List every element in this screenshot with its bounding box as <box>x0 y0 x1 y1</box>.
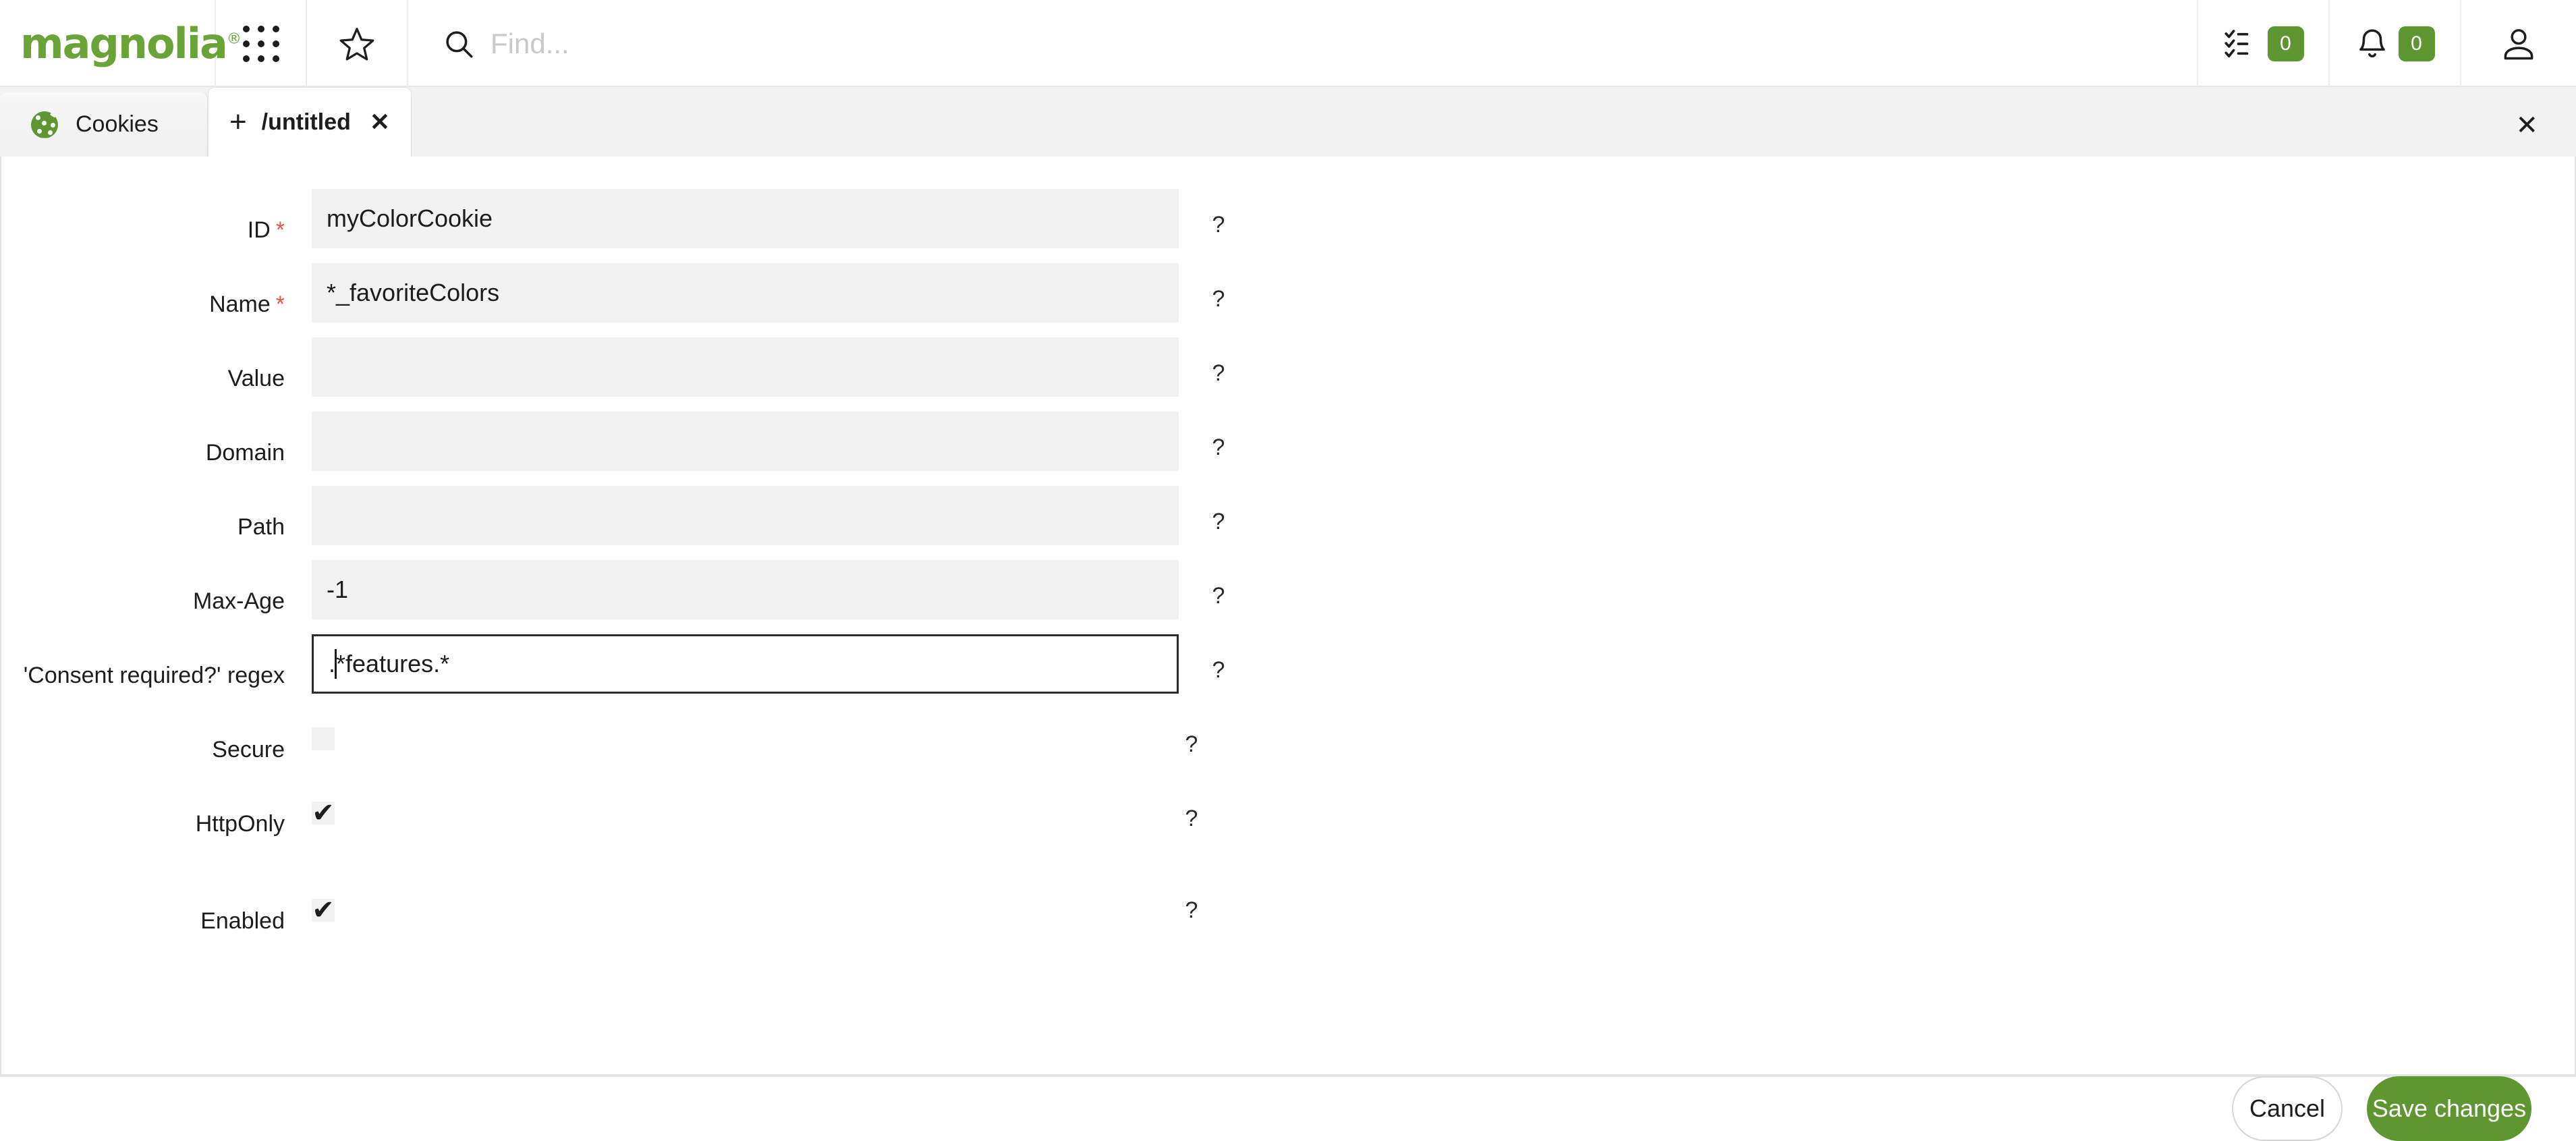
required-marker: * <box>275 291 285 317</box>
label-enabled: Enabled <box>200 908 285 934</box>
field-wrap-consent-regex: . *features.* <box>312 634 1179 694</box>
input-name[interactable]: *_favoriteColors <box>312 263 1179 323</box>
label-domain: Domain <box>205 440 285 466</box>
consent-regex-value-after-caret: *features.* <box>336 650 450 677</box>
tab-untitled[interactable]: + /untitled ✕ <box>208 87 412 157</box>
help-icon-max-age[interactable]: ? <box>1195 560 1242 609</box>
logo-wordmark: magnolia® <box>20 22 242 65</box>
label-path: Path <box>237 514 285 540</box>
checkbox-secure[interactable] <box>312 727 335 750</box>
user-menu-button[interactable] <box>2461 0 2576 87</box>
field-wrap-name: *_favoriteColors <box>312 263 1179 323</box>
label-secure: Secure <box>212 737 285 762</box>
notifications-button[interactable]: 0 <box>2330 0 2461 87</box>
tab-cookies-label: Cookies <box>76 111 159 137</box>
help-icon-secure[interactable]: ? <box>1168 708 1215 758</box>
form-row-consent-regex: 'Consent required?' regex . *features.* ? <box>1 634 2575 708</box>
field-wrap-domain <box>312 412 1179 471</box>
label-value: Value <box>227 366 285 391</box>
cookie-icon <box>31 111 58 138</box>
field-wrap-secure <box>312 708 335 750</box>
label-name: Name * <box>209 291 285 317</box>
label-consent-regex: 'Consent required?' regex <box>23 663 285 688</box>
label-id: ID * <box>247 217 285 243</box>
form-row-path: Path ? <box>1 486 2575 560</box>
help-icon-enabled[interactable]: ? <box>1168 880 1215 924</box>
cancel-button[interactable]: Cancel <box>2232 1076 2343 1141</box>
checkbox-enabled[interactable]: ✔ <box>312 897 335 924</box>
search-input[interactable]: Find... <box>491 28 569 60</box>
favorites-button[interactable] <box>307 0 408 87</box>
search-bar[interactable]: Find... <box>408 0 2198 87</box>
checkbox-httponly[interactable]: ✔ <box>312 800 335 827</box>
form-row-max-age: Max-Age -1 ? <box>1 560 2575 634</box>
form-row-secure: Secure ? <box>1 708 2575 783</box>
form-row-id: ID * myColorCookie ? <box>1 189 2575 263</box>
help-icon-domain[interactable]: ? <box>1195 412 1242 461</box>
help-icon-path[interactable]: ? <box>1195 486 1242 535</box>
help-icon-value[interactable]: ? <box>1195 337 1242 387</box>
logo-label: magnolia <box>20 18 228 68</box>
form-row-value: Value ? <box>1 337 2575 412</box>
field-wrap-id: myColorCookie <box>312 189 1179 248</box>
form-content-area: ID * myColorCookie ? Name * *_favoriteColo… <box>0 157 2576 1076</box>
help-icon-httponly[interactable]: ? <box>1168 783 1215 832</box>
input-path[interactable] <box>312 486 1179 545</box>
notifications-count-badge: 0 <box>2398 26 2435 61</box>
field-wrap-enabled: ✔ <box>312 880 335 924</box>
app-header: magnolia® Find... 0 0 <box>0 0 2576 87</box>
input-id[interactable]: myColorCookie <box>312 189 1179 248</box>
tab-untitled-label: /untitled <box>261 109 351 135</box>
label-max-age: Max-Age <box>192 588 285 614</box>
registered-trademark-icon: ® <box>226 30 242 47</box>
required-marker: * <box>275 217 285 243</box>
help-icon-id[interactable]: ? <box>1195 189 1242 238</box>
help-icon-consent-regex[interactable]: ? <box>1195 634 1242 684</box>
form-row-name: Name * *_favoriteColors ? <box>1 263 2575 337</box>
field-wrap-max-age: -1 <box>312 560 1179 619</box>
form-row-httponly: HttpOnly ✔ ? <box>1 783 2575 857</box>
tab-close-icon[interactable]: ✕ <box>370 110 390 134</box>
tasks-button[interactable]: 0 <box>2198 0 2330 87</box>
form-row-enabled: Enabled ✔ ? <box>1 880 2575 954</box>
form-row-domain: Domain ? <box>1 412 2575 486</box>
field-wrap-value <box>312 337 1179 397</box>
star-icon <box>339 27 374 60</box>
tab-bar: Cookies + /untitled ✕ ✕ <box>0 87 2576 157</box>
search-icon <box>446 30 473 58</box>
input-domain[interactable] <box>312 412 1179 471</box>
tasks-checklist-icon <box>2224 29 2248 57</box>
label-httponly: HttpOnly <box>195 811 285 837</box>
tasks-count-badge: 0 <box>2267 26 2304 61</box>
tab-cookies[interactable]: Cookies <box>0 92 208 157</box>
help-icon-name[interactable]: ? <box>1195 263 1242 312</box>
input-consent-regex[interactable]: . *features.* <box>312 634 1179 694</box>
save-changes-button[interactable]: Save changes <box>2367 1076 2531 1141</box>
magnolia-logo[interactable]: magnolia® <box>0 0 242 87</box>
bell-icon <box>2359 28 2385 57</box>
input-max-age[interactable]: -1 <box>312 560 1179 619</box>
field-wrap-path <box>312 486 1179 545</box>
cookie-detail-form: ID * myColorCookie ? Name * *_favoriteColo… <box>1 157 2575 954</box>
user-avatar-icon <box>2504 28 2533 59</box>
field-wrap-httponly: ✔ <box>312 783 335 827</box>
form-action-bar: Cancel Save changes <box>0 1076 2576 1141</box>
plus-icon: + <box>229 105 247 138</box>
close-all-tabs-icon[interactable]: ✕ <box>2515 112 2538 139</box>
apps-grid-icon <box>242 25 279 62</box>
input-value[interactable] <box>312 337 1179 397</box>
